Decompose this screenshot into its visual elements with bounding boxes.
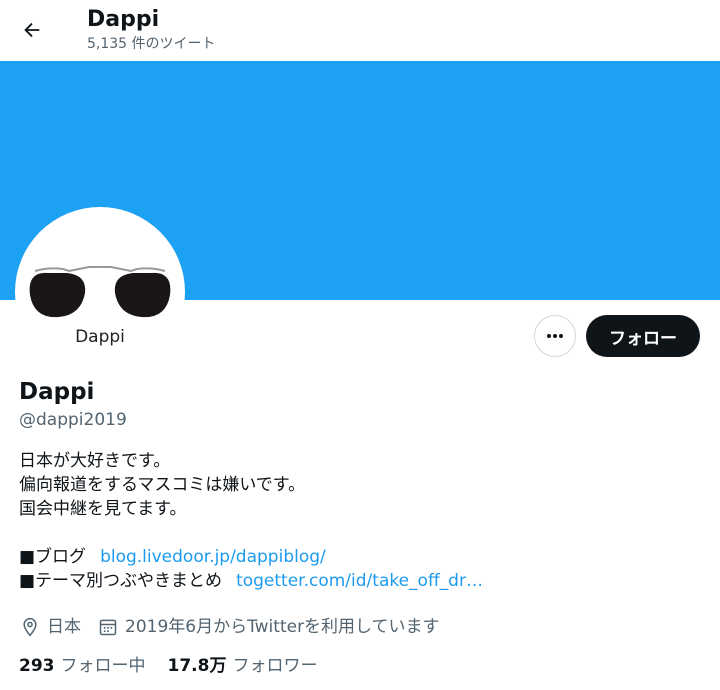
join-date-text: 2019年6月からTwitterを利用しています <box>125 617 440 637</box>
bio-link-row: ■テーマ別つぶやきまとめ togetter.com/id/take_off_dr… <box>19 569 483 593</box>
bio-link-row: ■ブログ blog.livedoor.jp/dappiblog/ <box>19 545 483 569</box>
following-count: 293 <box>19 656 55 676</box>
followers-count: 17.8万 <box>167 656 227 676</box>
blog-link[interactable]: blog.livedoor.jp/dappiblog/ <box>100 547 326 567</box>
togetter-link[interactable]: togetter.com/id/take_off_dr… <box>236 571 483 591</box>
bio-spacer <box>19 521 483 545</box>
blog-label: ■ブログ <box>19 547 87 567</box>
display-name: Dappi <box>19 379 95 405</box>
bio-line: 偏向報道をするマスコミは嫌いです。 <box>19 475 306 495</box>
bio-line: 日本が大好きです。 <box>19 451 171 471</box>
following-label: フォロー中 <box>60 656 146 676</box>
more-button[interactable] <box>534 315 576 357</box>
back-arrow-icon <box>24 22 40 38</box>
avatar-image: Dappi <box>19 211 181 373</box>
header-title: Dappi <box>87 7 160 32</box>
follow-stats: 293 フォロー中 17.8万 フォロワー <box>19 654 317 678</box>
location-text: 日本 <box>47 617 81 637</box>
following-link[interactable]: 293 フォロー中 <box>19 654 146 678</box>
profile-header: Dappi 5,135 件のツイート <box>0 0 720 60</box>
followers-link[interactable]: 17.8万 フォロワー <box>168 654 318 678</box>
more-icon <box>547 334 563 338</box>
join-date: 2019年6月からTwitterを利用しています <box>97 615 440 639</box>
followers-label: フォロワー <box>232 656 318 676</box>
location-icon <box>19 616 41 638</box>
avatar[interactable]: Dappi <box>15 207 185 377</box>
back-button[interactable] <box>14 12 50 48</box>
tweet-count: 5,135 件のツイート <box>87 36 216 52</box>
sunglasses-logo: Dappi <box>29 266 171 347</box>
follow-button[interactable]: フォロー <box>586 315 700 357</box>
user-handle: @dappi2019 <box>19 410 127 430</box>
calendar-icon <box>97 616 119 638</box>
avatar-text: Dappi <box>75 327 125 347</box>
bio: 日本が大好きです。 偏向報道をするマスコミは嫌いです。 国会中継を見てます。 ■… <box>19 449 483 593</box>
bio-line: 国会中継を見てます。 <box>19 499 187 519</box>
profile-meta: 日本 2019年6月からTwitterを利用しています <box>19 615 440 639</box>
togetter-label: ■テーマ別つぶやきまとめ <box>19 571 223 591</box>
location: 日本 <box>19 615 81 639</box>
